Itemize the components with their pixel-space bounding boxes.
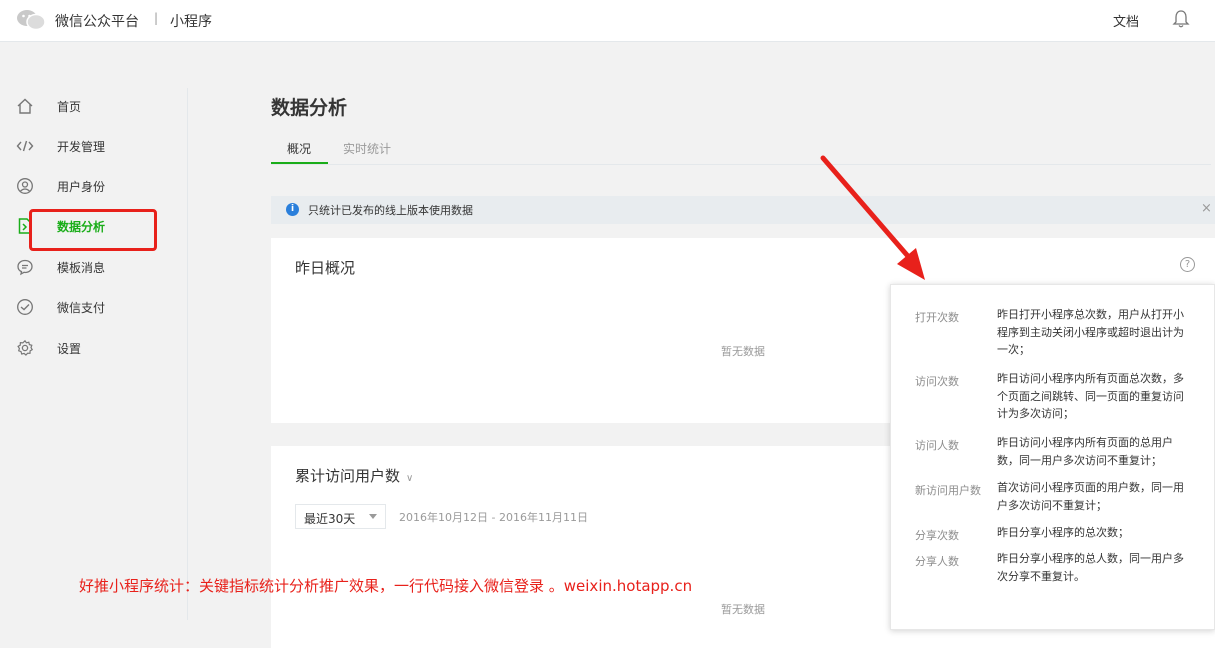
caret-down-icon bbox=[369, 514, 377, 519]
tooltip-term: 分享次数 bbox=[915, 529, 959, 542]
tooltip-term: 分享人数 bbox=[915, 555, 959, 568]
user-icon bbox=[17, 178, 33, 194]
notice-text: 只统计已发布的线上版本使用数据 bbox=[308, 204, 473, 217]
sidebar-item-label: 微信支付 bbox=[57, 301, 106, 315]
sidebar-item-label: 设置 bbox=[57, 342, 82, 356]
sidebar-divider bbox=[187, 88, 188, 620]
chevron-down-icon: ∨ bbox=[406, 473, 414, 484]
code-icon bbox=[16, 140, 34, 152]
close-icon[interactable]: × bbox=[1201, 201, 1212, 216]
message-icon bbox=[17, 259, 33, 276]
gear-icon bbox=[17, 339, 34, 356]
tab-overview[interactable]: 概况 bbox=[287, 140, 311, 157]
docs-link[interactable]: 文档 bbox=[1113, 11, 1139, 30]
sidebar-item-users[interactable]: 用户身份 bbox=[0, 174, 180, 198]
card-title: 累计访问用户数 bbox=[295, 467, 401, 485]
bell-icon[interactable] bbox=[1172, 9, 1190, 29]
empty-state: 暂无数据 bbox=[721, 345, 765, 358]
brand-title[interactable]: 微信公众平台 bbox=[55, 11, 139, 31]
sidebar-item-payment[interactable]: 微信支付 bbox=[0, 295, 180, 319]
brand-separator: | bbox=[154, 11, 159, 25]
tooltip-definition: 首次访问小程序页面的用户数，同一用户多次访问不重复计； bbox=[997, 481, 1184, 512]
sidebar-item-label: 用户身份 bbox=[57, 180, 106, 194]
tooltip-term: 新访问用户数 bbox=[915, 484, 981, 497]
tooltip-definition: 昨日访问小程序内所有页面的总用户数，同一用户多次访问不重复计； bbox=[997, 436, 1173, 467]
tooltip-definition: 昨日打开小程序总次数，用户从打开小程序到主动关闭小程序或超时退出计为一次； bbox=[997, 308, 1184, 356]
date-range-value: 最近30天 bbox=[304, 512, 356, 526]
top-bar: 微信公众平台 | 小程序 文档 bbox=[0, 0, 1215, 42]
metrics-help-tooltip: 打开次数 昨日打开小程序总次数，用户从打开小程序到主动关闭小程序或超时退出计为一… bbox=[890, 284, 1215, 630]
product-name: 小程序 bbox=[170, 14, 212, 30]
date-range-text: 2016年10月12日 - 2016年11月11日 bbox=[399, 511, 588, 524]
home-icon bbox=[17, 98, 33, 114]
sidebar-item-templates[interactable]: 模板消息 bbox=[0, 255, 180, 279]
help-icon[interactable]: ? bbox=[1180, 257, 1195, 272]
sidebar-item-label: 开发管理 bbox=[57, 140, 106, 154]
wechat-logo-icon[interactable] bbox=[16, 8, 46, 32]
sidebar-item-settings[interactable]: 设置 bbox=[0, 336, 180, 360]
tooltip-term: 打开次数 bbox=[915, 311, 959, 324]
tooltip-term: 访问次数 bbox=[915, 375, 959, 388]
highlight-box bbox=[29, 209, 157, 251]
sidebar-item-label: 模板消息 bbox=[57, 261, 106, 275]
tooltip-term: 访问人数 bbox=[915, 439, 959, 452]
annotation-arrow bbox=[820, 155, 925, 280]
tooltip-definition: 昨日访问小程序内所有页面总次数，多个页面之间跳转、同一页面的重复访问计为多次访问… bbox=[997, 372, 1184, 420]
info-icon: i bbox=[286, 203, 299, 216]
tooltip-definition: 昨日分享小程序的总次数； bbox=[997, 526, 1129, 539]
page-title: 数据分析 bbox=[271, 97, 348, 119]
sidebar-item-home[interactable]: 首页 bbox=[0, 94, 180, 118]
card-title: 昨日概况 bbox=[295, 259, 356, 277]
notice-bar: i 只统计已发布的线上版本使用数据 × bbox=[271, 196, 1215, 224]
promo-annotation: 好推小程序统计：关键指标统计分析推广效果，一行代码接入微信登录 。weixin.… bbox=[79, 577, 693, 595]
active-tab-indicator bbox=[271, 162, 328, 164]
tab-bar: 概况 实时统计 bbox=[271, 128, 1211, 165]
tooltip-definition: 昨日分享小程序的总人数，同一用户多次分享不重复计。 bbox=[997, 552, 1184, 583]
metric-selector[interactable]: 累计访问用户数 ∨ bbox=[295, 465, 413, 486]
empty-state: 暂无数据 bbox=[721, 603, 765, 616]
date-range-select[interactable]: 最近30天 bbox=[295, 504, 386, 529]
sidebar-item-dev[interactable]: 开发管理 bbox=[0, 134, 180, 158]
payment-icon bbox=[17, 299, 33, 315]
sidebar-item-label: 首页 bbox=[57, 100, 82, 114]
tab-realtime[interactable]: 实时统计 bbox=[343, 140, 391, 157]
